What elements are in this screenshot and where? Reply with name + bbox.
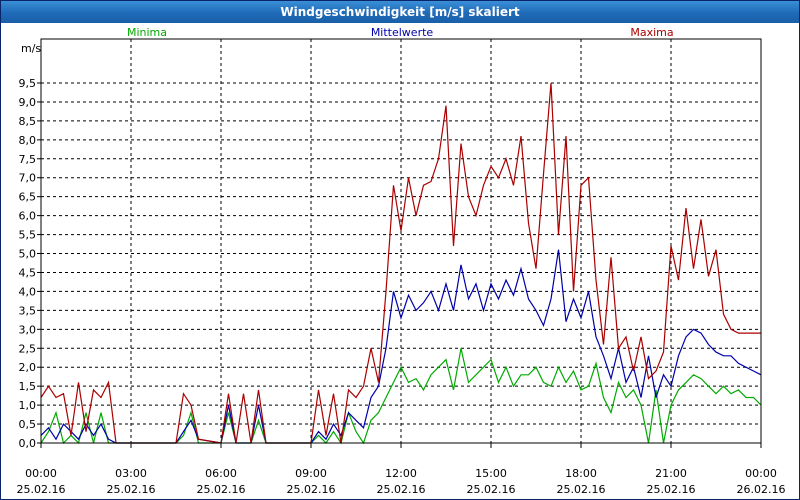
x-tick-label-time: 06:00 [205,467,237,480]
y-tick-label: 7,0 [19,172,37,185]
y-tick-label: 1,5 [19,380,37,393]
x-tick-label-time: 03:00 [115,467,147,480]
x-tick-label-date: 26.02.16 [737,483,786,496]
y-tick-label: 2,0 [19,361,37,374]
y-tick-label: 7,5 [19,153,37,166]
x-tick-label-date: 25.02.16 [17,483,66,496]
y-tick-label: 1,0 [19,399,37,412]
y-tick-label: 9,0 [19,96,37,109]
y-axis-label: m/s [21,42,41,55]
x-tick-label-time: 15:00 [475,467,507,480]
y-tick-label: 3,5 [19,304,37,317]
legend: Minima Mittelwerte Maxima [127,26,674,39]
y-tick-label: 4,5 [19,266,37,279]
x-tick-label-date: 25.02.16 [287,483,336,496]
x-tick-label-time: 00:00 [25,467,57,480]
wind-speed-chart: 0,0 0,5 1,0 1,5 2,0 2,5 3,0 3,5 4,0 4,5 5,0 5,5 6,0 6… [17,26,786,496]
x-tick-label-date: 25.02.16 [107,483,156,496]
y-tick-label: 6,0 [19,210,37,223]
x-tick-label-time: 12:00 [385,467,417,480]
x-tick-label-date: 25.02.16 [197,483,246,496]
legend-maxima: Maxima [630,26,673,39]
x-tick-label-time: 09:00 [295,467,327,480]
x-tick-label-time: 18:00 [565,467,597,480]
y-tick-label: 0,5 [19,418,37,431]
y-tick-label: 0,0 [19,437,37,450]
x-tick-label-time: 21:00 [655,467,687,480]
x-tick-label-date: 25.02.16 [377,483,426,496]
y-tick-label: 2,5 [19,342,37,355]
x-tick-label-time: 00:00 [745,467,777,480]
x-tick-label-date: 25.02.16 [467,483,516,496]
y-tick-label: 9,5 [19,77,37,90]
y-tick-label: 8,5 [19,115,37,128]
y-tick-label: 8,0 [19,134,37,147]
window-title: Windgeschwindigkeit [m/s] skaliert [1,1,799,23]
legend-minima: Minima [127,26,167,39]
x-axis: 00:00 25.02.16 03:00 25.02.16 06:00 25.02.16 0… [17,443,786,496]
x-tick-label-date: 25.02.16 [647,483,696,496]
x-tick-label-date: 25.02.16 [557,483,606,496]
y-tick-label: 5,0 [19,248,37,261]
y-tick-label: 6,5 [19,191,37,204]
chart-window: Windgeschwindigkeit [m/s] skaliert 0,0 0,… [0,0,800,500]
y-tick-label: 3,0 [19,323,37,336]
legend-mittelwerte: Mittelwerte [371,26,434,39]
y-tick-label: 4,0 [19,285,37,298]
y-tick-label: 5,5 [19,229,37,242]
y-axis: 0,0 0,5 1,0 1,5 2,0 2,5 3,0 3,5 4,0 4,5 5,0 5,5 6,0 6… [19,42,42,450]
